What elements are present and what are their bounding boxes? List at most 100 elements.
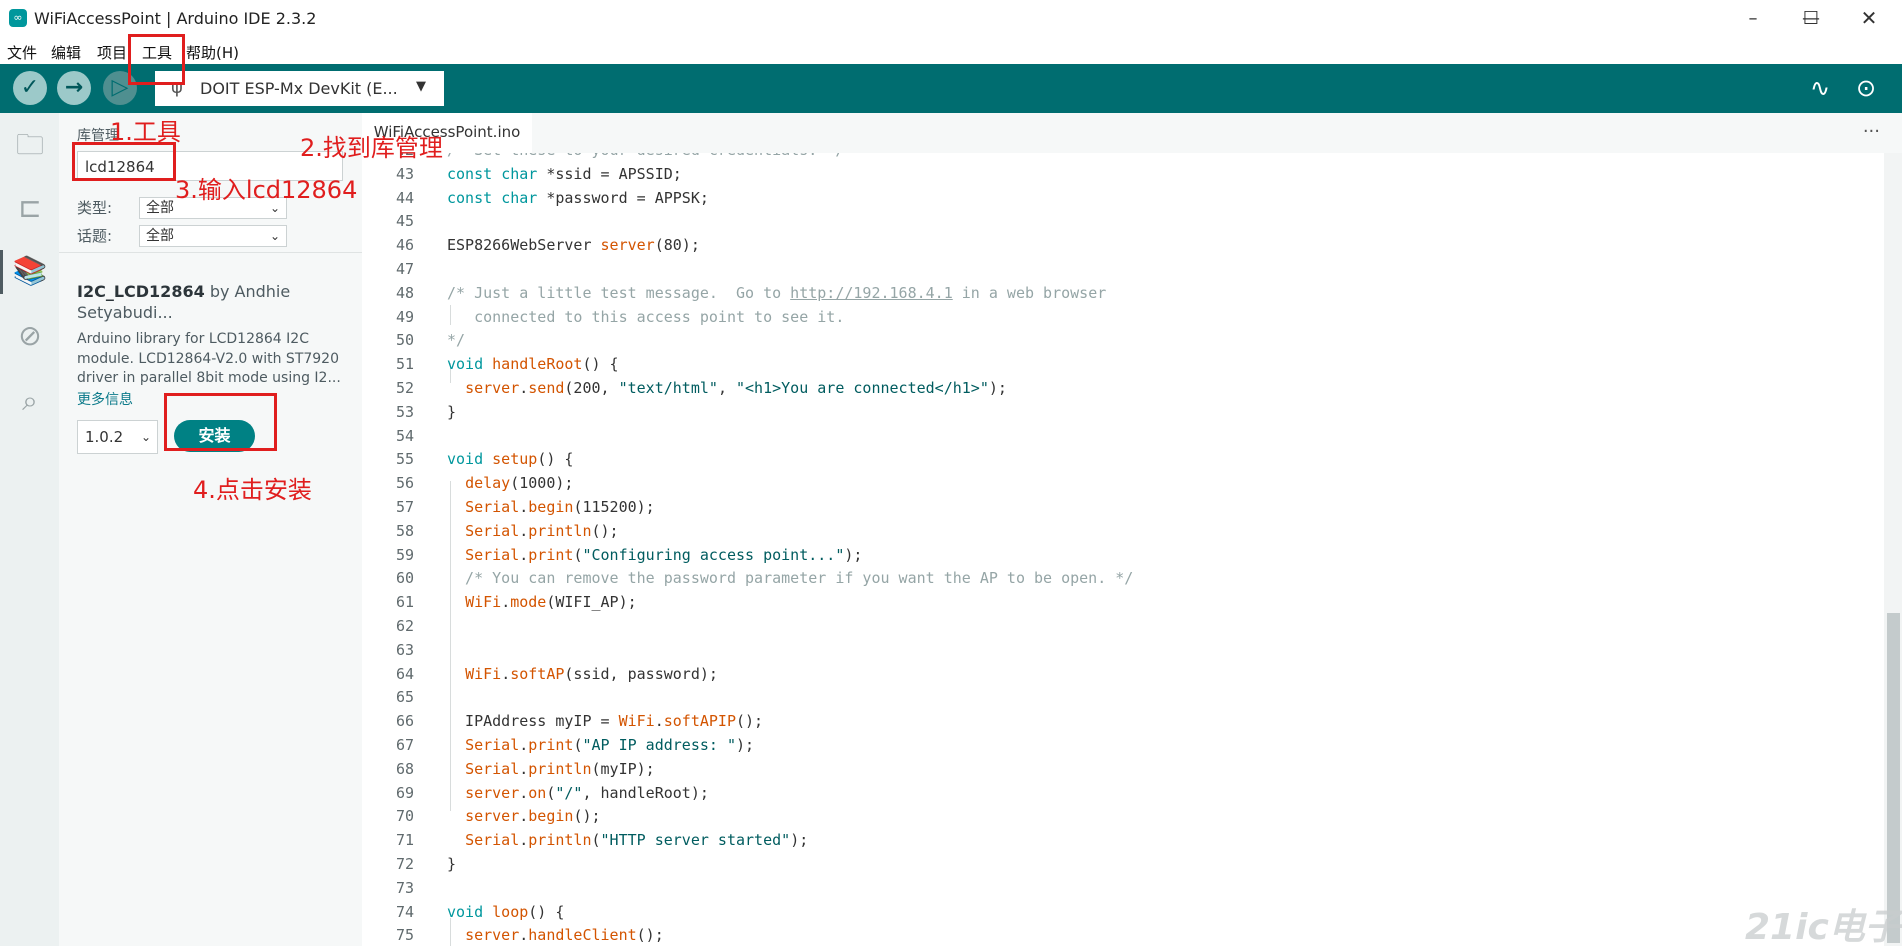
menu-sketch[interactable]: 项目 — [97, 42, 127, 63]
library-manager-panel: 库管理 lcd12864 类型: 全部 ⌄ 话题: 全部 ⌄ I2C_LCD12… — [59, 113, 363, 946]
line-number: 43 — [395, 164, 414, 183]
library-manager-icon[interactable]: 📚 — [10, 251, 50, 291]
line-number: 44 — [395, 188, 414, 207]
code-line[interactable]: server.handleClient(); — [447, 926, 664, 944]
menu-edit[interactable]: 编辑 — [51, 42, 81, 63]
code-line[interactable]: const char *ssid = APSSID; — [447, 165, 682, 183]
divider — [59, 252, 362, 253]
line-number: 47 — [395, 260, 414, 278]
library-title: I2C_LCD12864 by Andhie Setyabudi... — [77, 281, 347, 323]
annotation-box-install — [164, 393, 277, 451]
activity-bar: 🗀 ⊏ 📚 ⊘ ⌕ — [0, 113, 59, 946]
line-number: 58 — [395, 521, 414, 540]
line-number: 49 — [395, 307, 414, 326]
code-line[interactable]: server.begin(); — [447, 807, 600, 825]
scrollbar-thumb[interactable] — [1887, 613, 1900, 943]
line-number: 68 — [395, 759, 414, 778]
more-info-link[interactable]: 更多信息 — [77, 389, 133, 409]
annotation-step2: 2.找到库管理 — [300, 134, 443, 162]
code-line[interactable]: void handleRoot() { — [447, 355, 619, 373]
verify-icon[interactable]: ✓ — [13, 71, 47, 105]
code-line[interactable]: const char *password = APPSK; — [447, 189, 709, 207]
line-number: 70 — [395, 807, 414, 826]
editor-scrollbar[interactable] — [1884, 153, 1902, 946]
type-value: 全部 — [146, 200, 174, 216]
line-number: 56 — [395, 474, 414, 493]
code-line[interactable]: WiFi.softAP(ssid, password); — [447, 665, 718, 683]
line-number: 45 — [395, 212, 414, 231]
line-number: 54 — [395, 426, 414, 445]
serial-monitor-icon[interactable]: ⊙ — [1856, 74, 1876, 102]
code-line[interactable]: } — [447, 403, 456, 421]
line-number: 60 — [395, 569, 414, 588]
code-line[interactable]: Serial.println("HTTP server started"); — [447, 831, 808, 849]
code-line[interactable]: */ — [447, 331, 465, 349]
topic-label: 话题: — [77, 227, 113, 245]
serial-plotter-icon[interactable]: ∿ — [1810, 74, 1830, 102]
line-number: 63 — [395, 640, 414, 659]
line-number: 52 — [395, 379, 414, 397]
code-editor[interactable]: 42/* Set these to your desired credentia… — [362, 153, 1884, 946]
line-number: 75 — [395, 926, 414, 945]
watermark: 21ic电子网 — [1745, 907, 1902, 948]
library-name: I2C_LCD12864 — [77, 282, 205, 301]
more-icon[interactable]: ··· — [1863, 121, 1880, 142]
arduino-logo-icon: ∞ — [9, 9, 27, 27]
menu-file[interactable]: 文件 — [7, 42, 37, 63]
line-number: 51 — [395, 355, 414, 374]
board-name: DOIT ESP-Mx DevKit (E... — [200, 79, 398, 98]
version-select[interactable]: 1.0.2 ⌄ — [77, 420, 158, 454]
line-number: 61 — [395, 593, 414, 612]
library-description: Arduino library for LCD12864 I2C module.… — [77, 331, 341, 386]
line-number: 55 — [395, 450, 414, 469]
line-number: 46 — [395, 236, 414, 255]
debug-icon[interactable]: ⊘ — [10, 316, 50, 356]
line-number: 69 — [395, 783, 414, 802]
minimize-icon[interactable]: – — [1724, 0, 1782, 37]
title-bar: ∞ WiFiAccessPoint | Arduino IDE 2.3.2 — — [0, 0, 1902, 38]
line-number: 74 — [395, 902, 414, 921]
code-line[interactable]: Serial.print("AP IP address: "); — [447, 736, 754, 754]
code-line[interactable]: /* Set these to your desired credentials… — [447, 153, 844, 159]
menu-bar: 文件 编辑 项目 工具 帮助(H) — [0, 37, 1902, 64]
line-number: 59 — [395, 545, 414, 564]
code-line[interactable]: server.send(200, "text/html", "<h1>You a… — [447, 379, 1007, 397]
annotation-box-tools — [128, 34, 185, 85]
code-line[interactable]: delay(1000); — [447, 474, 573, 492]
code-line[interactable]: Serial.begin(115200); — [447, 498, 655, 516]
code-line[interactable]: Serial.println(myIP); — [447, 760, 655, 778]
code-line[interactable]: connected to this access point to see it… — [447, 308, 844, 326]
maximize-icon[interactable]: ☐ — [1782, 0, 1840, 37]
line-number: 72 — [395, 855, 414, 873]
topic-select[interactable]: 全部 ⌄ — [139, 225, 287, 247]
board-selector[interactable]: ψ DOIT ESP-Mx DevKit (E... ▼ — [155, 71, 444, 106]
code-line[interactable]: Serial.print("Configuring access point..… — [447, 546, 862, 564]
chevron-down-icon: ⌄ — [269, 229, 280, 243]
active-indicator — [0, 250, 3, 294]
code-line[interactable]: /* You can remove the password parameter… — [447, 569, 1133, 587]
annotation-box-search — [72, 142, 176, 181]
code-line[interactable]: ESP8266WebServer server(80); — [447, 236, 700, 254]
line-number: 65 — [395, 688, 414, 707]
code-line[interactable]: } — [447, 855, 456, 873]
annotation-step4: 4.点击安装 — [193, 476, 312, 504]
line-number: 48 — [395, 283, 414, 302]
close-icon[interactable]: ✕ — [1840, 0, 1898, 37]
sketchbook-icon[interactable]: 🗀 — [10, 125, 50, 165]
code-line[interactable]: void setup() { — [447, 450, 573, 468]
boards-manager-icon[interactable]: ⊏ — [10, 188, 50, 228]
code-line[interactable]: void loop() { — [447, 903, 564, 921]
code-line[interactable]: WiFi.mode(WIFI_AP); — [447, 593, 637, 611]
code-line[interactable]: /* Just a little test message. Go to htt… — [447, 284, 1106, 302]
line-number: 66 — [395, 712, 414, 731]
code-line[interactable]: IPAddress myIP = WiFi.softAPIP(); — [447, 712, 763, 730]
search-icon[interactable]: ⌕ — [10, 381, 50, 421]
line-number: 50 — [395, 331, 414, 350]
code-line[interactable]: server.on("/", handleRoot); — [447, 784, 709, 802]
code-line[interactable]: Serial.println(); — [447, 522, 619, 540]
line-number: 62 — [395, 617, 414, 635]
editor-tab-bar: WiFiAccessPoint.ino ··· — [362, 113, 1902, 154]
type-label: 类型: — [77, 199, 113, 217]
menu-help[interactable]: 帮助(H) — [186, 42, 239, 63]
upload-icon[interactable]: → — [57, 71, 91, 105]
